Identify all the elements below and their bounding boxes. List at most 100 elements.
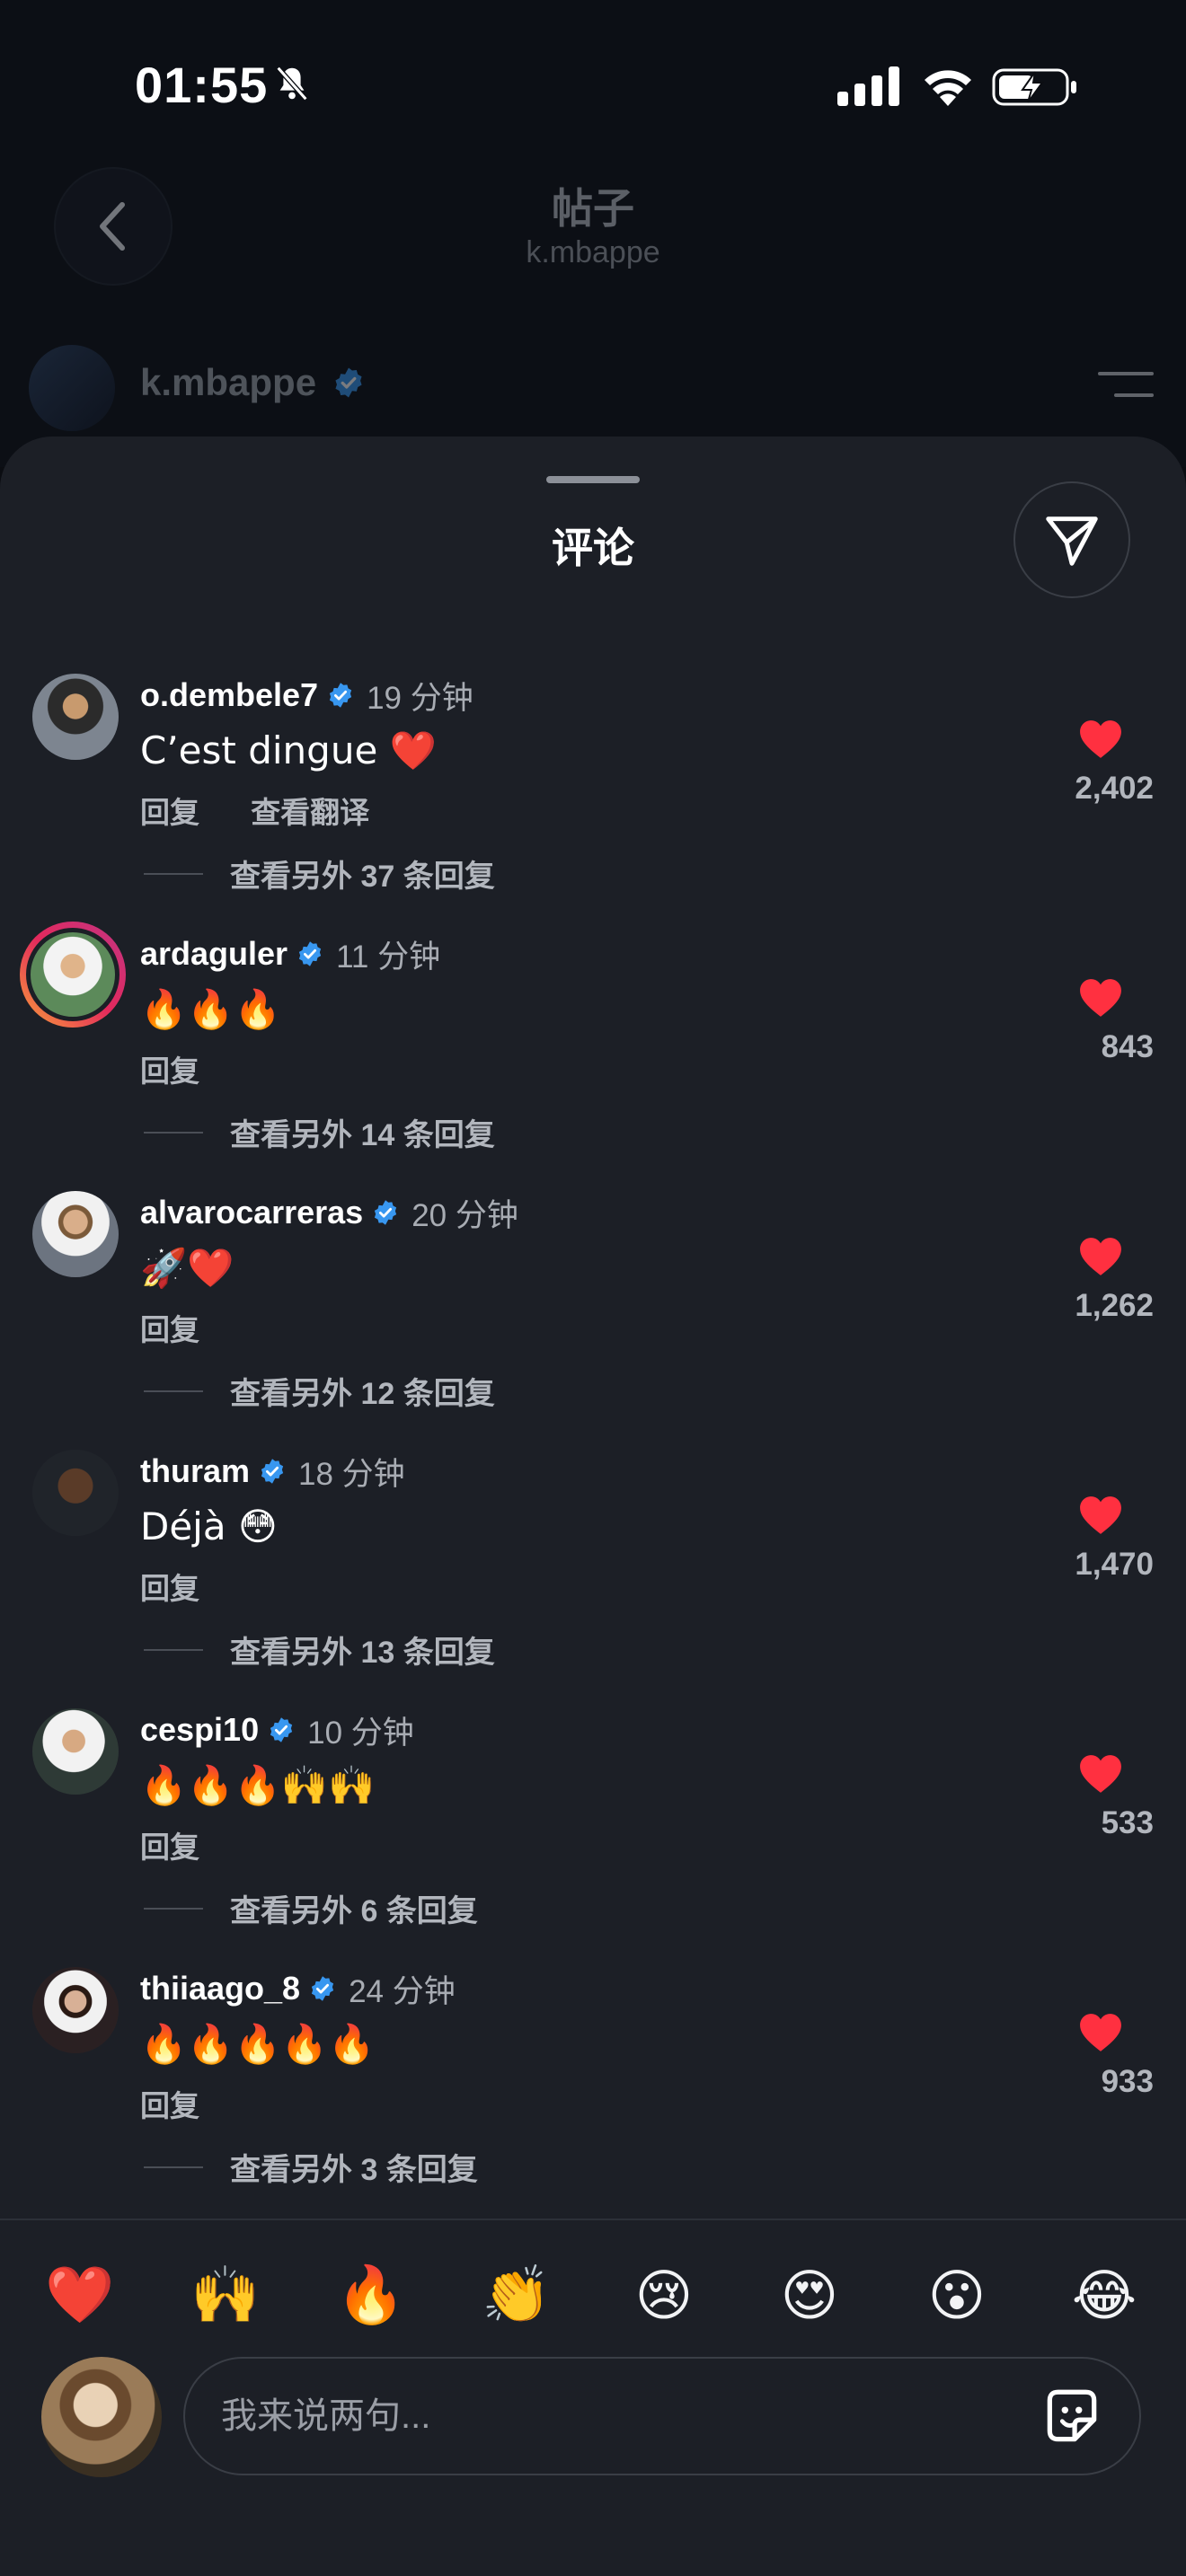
reply-button[interactable]: 回复 [140,1831,199,1864]
react-cry-button[interactable]: 😢 [625,2256,703,2333]
comment-text: C’est dingue ❤️ [140,728,437,772]
comment-header: alvarocarreras 20 分钟 [140,1191,518,1234]
react-surprised-button[interactable]: 😮 [918,2256,996,2333]
comment-username[interactable]: thuram [140,1452,250,1490]
like-button[interactable] [1078,1236,1137,1286]
view-replies-button[interactable]: 查看另外 14 条回复 [144,1110,495,1154]
react-surprised-icon: 😮 [927,2262,987,2328]
react-fire-button[interactable]: 🔥 [332,2256,410,2333]
comment-input[interactable] [221,2359,994,2474]
react-heart-eyes-icon: 😍 [780,2262,839,2328]
comment-text: 🚀❤️ [140,1246,235,1290]
reply-button[interactable]: 回复 [140,2089,199,2122]
comment-time: 19 分钟 [367,680,474,716]
comment-text: 🔥🔥🔥🔥🔥 [140,2022,376,2066]
reply-button[interactable]: 回复 [140,796,199,829]
menu-icon[interactable] [1098,370,1154,399]
post-author-username[interactable]: k.mbappe [140,361,316,404]
current-user-avatar [41,2357,162,2477]
react-raised-hands-button[interactable]: 🙌 [187,2256,264,2333]
react-laugh-button[interactable]: 😂 [1066,2256,1143,2333]
comment-actions: 回复 查看翻译 [140,789,412,832]
replies-divider [144,1389,203,1392]
view-replies-button[interactable]: 查看另外 12 条回复 [144,1369,495,1413]
page-title: 帖子 [552,185,634,232]
comment-text: 🔥🔥🔥🙌🙌 [140,1763,376,1807]
heart-icon [1080,2014,1121,2051]
replies-divider [144,1648,203,1651]
share-button[interactable] [1013,481,1130,598]
react-clap-button[interactable]: 👏 [478,2256,555,2333]
comment-avatar[interactable] [32,1191,119,1277]
sticker-icon[interactable] [1039,2384,1105,2450]
comment-username[interactable]: thiiaago_8 [140,1970,300,2007]
react-heart-eyes-button[interactable]: 😍 [771,2256,848,2333]
comment-username[interactable]: ardaguler [140,935,288,973]
heart-icon [1080,1496,1121,1534]
like-count: 1,470 [1075,1547,1154,1582]
comment-avatar[interactable] [32,1967,119,2053]
like-count: 1,262 [1075,1288,1154,1323]
view-replies-button[interactable]: 查看另外 13 条回复 [144,1628,495,1672]
comment-avatar[interactable] [32,1708,119,1795]
heart-icon [1080,979,1121,1017]
view-replies-label: 查看另外 12 条回复 [230,1377,495,1411]
react-clap-icon: 👏 [482,2262,552,2327]
comment-time: 18 分钟 [298,1456,405,1492]
background-post-page: 01:55 帖子 k.mbappe k.mbappe [0,0,1186,467]
comment-username[interactable]: alvarocarreras [140,1194,363,1231]
verified-badge-icon [375,1200,397,1225]
comment-username[interactable]: cespi10 [140,1711,259,1749]
view-replies-label: 查看另外 6 条回复 [230,1894,478,1928]
view-replies-button[interactable]: 查看另外 6 条回复 [144,1886,478,1930]
mute-bell-icon [276,66,308,101]
comment-item: alvarocarreras 20 分钟 🚀❤️ 回复 查看另外 12 条回复 … [0,1191,1186,1450]
view-replies-button[interactable]: 查看另外 3 条回复 [144,2145,478,2189]
view-replies-label: 查看另外 14 条回复 [230,1118,495,1152]
comment-time: 10 分钟 [307,1715,414,1751]
comment-header: o.dembele7 19 分钟 [140,674,474,717]
quick-reactions: ❤️ 🙌 🔥 👏 😢 😍 😮 😂 [0,2256,1186,2346]
sheet-grabber[interactable] [546,476,640,483]
comment-item: ardaguler 11 分钟 🔥🔥🔥 回复 查看另外 14 条回复 843 [0,922,1186,1191]
reply-button[interactable]: 回复 [140,1313,199,1346]
view-replies-label: 查看另外 13 条回复 [230,1636,495,1670]
comment-header: cespi10 10 分钟 [140,1708,414,1751]
like-button[interactable] [1078,2012,1137,2062]
comment-header: ardaguler 11 分钟 [140,932,440,975]
post-author-avatar[interactable] [29,345,115,431]
comment-input-box[interactable] [183,2357,1141,2475]
react-cry-icon: 😢 [634,2262,694,2328]
react-heart-button[interactable]: ❤️ [41,2256,119,2333]
like-button[interactable] [1078,719,1137,769]
comment-avatar[interactable] [20,922,126,1028]
comment-avatar[interactable] [32,1450,119,1536]
replies-divider [144,1131,203,1134]
translate-button[interactable]: 查看翻译 [251,796,369,829]
like-count: 933 [1101,2064,1154,2099]
comment-username[interactable]: o.dembele7 [140,676,318,714]
comment-text: 🔥🔥🔥 [140,987,281,1031]
comment-time: 24 分钟 [349,1973,456,2009]
like-button[interactable] [1078,977,1137,1028]
comment-actions: 回复 [140,1565,243,1608]
reply-button[interactable]: 回复 [140,1572,199,1605]
reply-button[interactable]: 回复 [140,1054,199,1088]
verified-badge-icon [329,683,352,708]
like-count: 843 [1101,1029,1154,1064]
verified-badge-icon [311,1976,334,2001]
comment-time: 11 分钟 [336,939,441,975]
share-send-icon [1046,516,1098,566]
like-button[interactable] [1078,1495,1137,1545]
react-raised-hands-icon: 🙌 [190,2262,261,2327]
comment-actions: 回复 [140,1047,243,1090]
view-replies-button[interactable]: 查看另外 37 条回复 [144,851,495,895]
comment-item: thiiaago_8 24 分钟 🔥🔥🔥🔥🔥 回复 查看另外 3 条回复 933 [0,1967,1186,2226]
wifi-icon [925,70,971,106]
view-replies-label: 查看另外 37 条回复 [230,860,495,894]
comment-avatar[interactable] [32,674,119,760]
like-button[interactable] [1078,1753,1137,1804]
comment-header: thiiaago_8 24 分钟 [140,1967,456,2010]
comment-item: o.dembele7 19 分钟 C’est dingue ❤️ 回复 查看翻译… [0,674,1186,932]
verified-badge-icon [335,367,362,398]
